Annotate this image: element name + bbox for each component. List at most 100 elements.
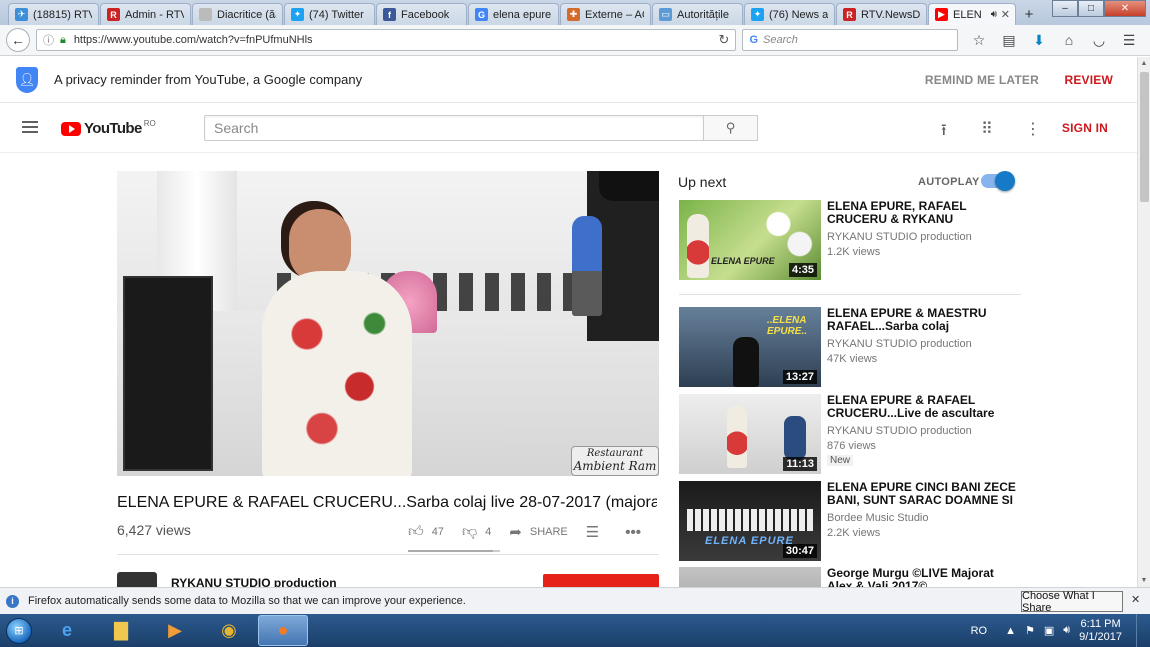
back-button[interactable]: ← — [6, 28, 30, 52]
pocket-icon[interactable]: ◡ — [1084, 28, 1114, 52]
home-icon[interactable]: ⌂ — [1054, 28, 1084, 52]
tab-close-icon[interactable]: ✕ — [1001, 8, 1010, 21]
video-views: 2.2K views — [827, 527, 881, 539]
tab-list: ✈ (18815) RTV R Admin - RTV Diacritice (ăâîş… — [8, 3, 1017, 25]
firefox-notification-bar: i Firefox automatically sends some data … — [0, 587, 1150, 614]
video-views: 876 views — [827, 440, 876, 452]
recommended-video[interactable]: ELENA EPURE 30:47 ELENA EPURE CINCI BANI… — [679, 481, 1021, 561]
site-info-icon[interactable]: ⓘ — [43, 32, 54, 48]
close-window-button[interactable]: ✕ — [1104, 0, 1146, 17]
minimize-button[interactable]: – — [1052, 0, 1078, 17]
download-icon[interactable]: ⬇ — [1024, 28, 1054, 52]
scrollbar-thumb[interactable] — [1140, 72, 1149, 202]
media-player-icon[interactable]: ▶ — [150, 615, 200, 646]
video-player[interactable]: Restaurant Ambient Ram — [117, 171, 659, 476]
thumbnail-figure — [727, 406, 747, 468]
like-button[interactable]: 👍︎ 47 — [408, 523, 444, 541]
browser-tab-strip: ✈ (18815) RTV R Admin - RTV Diacritice (ăâîş… — [0, 0, 1150, 25]
video-thumbnail[interactable]: ..ELENA EPURE.. 13:27 — [679, 307, 821, 387]
page-scrollbar[interactable]: ▲ ▼ — [1137, 57, 1150, 587]
chrome-icon[interactable]: ◉ — [204, 615, 254, 646]
tab-label: Externe – AG — [585, 8, 644, 21]
twitter-icon: ✦ — [291, 8, 304, 21]
video-title-link[interactable]: ELENA EPURE & RAFAEL CRUCERU...Live de a… — [827, 394, 1017, 420]
network-icon[interactable]: ▣ — [1044, 624, 1054, 637]
firefox-icon[interactable]: ● — [258, 615, 308, 646]
google-icon: G — [475, 8, 488, 21]
notification-close-icon[interactable]: ✕ — [1131, 593, 1140, 606]
scroll-up-arrow-icon[interactable]: ▲ — [1138, 57, 1150, 70]
add-to-playlist-button[interactable]: ☰ — [586, 523, 607, 541]
flag-icon[interactable]: ⚑ — [1025, 624, 1035, 637]
browser-tab[interactable]: ✦ (76) News ab — [744, 3, 835, 25]
youtube-logo[interactable]: YouTube RO — [61, 119, 156, 137]
browser-tab[interactable]: ✦ (74) Twitter — [284, 3, 375, 25]
url-text[interactable]: https://www.youtube.com/watch?v=fnPUfmuN… — [74, 34, 719, 46]
video-thumbnail[interactable] — [679, 567, 821, 587]
upload-icon[interactable]: ⭱ — [941, 119, 947, 146]
browser-tab[interactable]: ▭ Autoritățile — [652, 3, 743, 25]
language-indicator[interactable]: RO — [971, 625, 988, 637]
video-frame-man — [572, 216, 602, 316]
recommended-video[interactable]: ..ELENA EPURE.. 13:27 ELENA EPURE & MAES… — [679, 307, 1021, 387]
bookmark-star-icon[interactable]: ☆ — [964, 28, 994, 52]
scroll-down-arrow-icon[interactable]: ▼ — [1138, 574, 1150, 587]
more-vert-icon[interactable]: ⋮ — [1025, 119, 1041, 139]
more-actions-button[interactable]: ••• — [625, 524, 649, 541]
show-desktop-button[interactable] — [1136, 614, 1150, 647]
thumbnail-text: ELENA EPURE — [711, 256, 775, 266]
browser-tab[interactable]: R Admin - RTV — [100, 3, 191, 25]
browser-tab[interactable]: Gelena epure — [468, 3, 559, 25]
sign-in-button[interactable]: SIGN IN — [1062, 121, 1108, 135]
review-button[interactable]: REVIEW — [1064, 73, 1113, 87]
video-thumbnail[interactable]: 11:13 — [679, 394, 821, 474]
choose-what-i-share-button[interactable]: Choose What I Share — [1021, 590, 1123, 614]
browser-search-input[interactable]: G Search — [742, 29, 958, 51]
share-button[interactable]: ➦ SHARE — [509, 523, 567, 541]
autoplay-toggle[interactable] — [981, 171, 1015, 191]
browser-tab[interactable]: f Facebook — [376, 3, 467, 25]
library-icon[interactable]: ▤ — [994, 28, 1024, 52]
browser-tab[interactable]: ▶ ELEN 🔊︎ ✕ — [928, 3, 1016, 25]
video-title-link[interactable]: ELENA EPURE, RAFAEL CRUCERU & RYKANU — [827, 200, 1017, 226]
tab-label: Admin - RTV — [125, 8, 184, 21]
recommended-video[interactable]: George Murgu ©LIVE Majorat Alex & Vali 2… — [679, 567, 1021, 587]
browser-tab[interactable]: R RTV.NewsD — [836, 3, 927, 25]
video-title-link[interactable]: George Murgu ©LIVE Majorat Alex & Vali 2… — [827, 567, 1017, 587]
reload-icon[interactable]: ↻ — [719, 32, 730, 48]
shield-icon: 👤︎ — [16, 66, 38, 93]
file-explorer-icon[interactable]: ▇ — [96, 615, 146, 646]
browser-tab[interactable]: ✚ Externe – AG — [560, 3, 651, 25]
video-title-link[interactable]: ELENA EPURE CINCI BANI ZECE BANI, SUNT S… — [827, 481, 1017, 507]
new-tab-button[interactable]: + — [1017, 3, 1041, 25]
url-bar[interactable]: ⓘ 🔒︎ https://www.youtube.com/watch?v=fnP… — [35, 29, 737, 51]
hamburger-menu-icon[interactable]: ☰ — [1114, 28, 1144, 52]
apps-grid-icon[interactable]: ⠿ — [981, 119, 993, 139]
remind-me-later-button[interactable]: REMIND ME LATER — [925, 73, 1039, 87]
volume-icon[interactable]: 🔊︎ — [1063, 624, 1070, 637]
start-button[interactable]: ⊞ — [0, 614, 38, 647]
internet-explorer-icon[interactable]: e — [42, 615, 92, 646]
tab-audio-icon[interactable]: 🔊︎ — [991, 9, 997, 20]
tray-expand-icon[interactable]: ▲ — [1005, 625, 1016, 637]
subscribe-button[interactable] — [543, 574, 659, 588]
new-badge: New — [827, 455, 854, 466]
guide-menu-icon[interactable] — [22, 121, 38, 136]
recommended-video[interactable]: ELENA EPURE 4:35 ELENA EPURE, RAFAEL CRU… — [679, 200, 1021, 280]
search-button[interactable]: ⚲ — [704, 115, 758, 141]
maximize-button[interactable]: □ — [1078, 0, 1104, 17]
recommended-video[interactable]: 11:13 ELENA EPURE & RAFAEL CRUCERU...Liv… — [679, 394, 1021, 474]
youtube-search-input[interactable]: Search — [204, 115, 704, 141]
browser-tab[interactable]: ✈ (18815) RTV — [8, 3, 99, 25]
video-title-link[interactable]: ELENA EPURE & MAESTRU RAFAEL...Sarba col… — [827, 307, 1017, 333]
thumbnail-figure — [687, 214, 709, 278]
tab-label: (74) Twitter — [309, 8, 364, 21]
view-count: 6,427 views — [117, 522, 191, 538]
clock[interactable]: 6:11 PM 9/1/2017 — [1079, 618, 1122, 644]
like-count: 47 — [431, 526, 444, 538]
video-thumbnail[interactable]: ELENA EPURE 4:35 — [679, 200, 821, 280]
dislike-button[interactable]: 👎︎ 4 — [462, 523, 491, 541]
video-thumbnail[interactable]: ELENA EPURE 30:47 — [679, 481, 821, 561]
video-channel: RYKANU STUDIO production — [827, 425, 972, 437]
browser-tab[interactable]: Diacritice (ăâîşţ) — [192, 3, 283, 25]
